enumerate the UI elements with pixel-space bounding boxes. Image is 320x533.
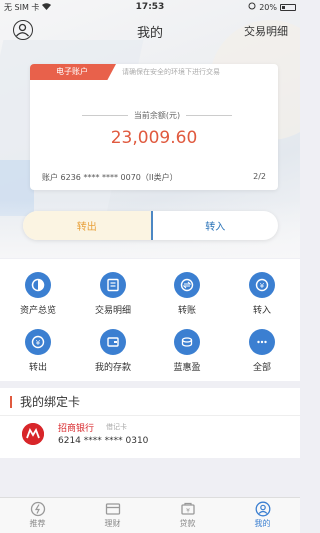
grid-label: 资产总览 — [19, 306, 56, 316]
balance-label-row: 当前余额(元) — [82, 110, 232, 121]
transfer-in-button[interactable]: 转入 — [150, 211, 279, 240]
bank-logo-icon — [22, 423, 44, 445]
bound-cards-section: 我的绑定卡 招商银行 借记卡 6214 **** **** 0310 — [0, 388, 300, 458]
card-page-indicator: 2/2 — [253, 172, 266, 181]
svg-text:¥: ¥ — [260, 282, 265, 290]
transaction-details-link[interactable]: 交易明细 — [244, 23, 288, 39]
transfer-toggle: 转出 转入 — [23, 211, 278, 240]
grid-label: 交易明细 — [94, 306, 131, 316]
tab-label: 推荐 — [29, 519, 46, 528]
tab-profile[interactable]: 我的 — [225, 498, 300, 533]
bank-card-row[interactable]: 招商银行 借记卡 6214 **** **** 0310 — [0, 421, 300, 451]
more-icon — [249, 329, 275, 355]
grid-item-transfer-in[interactable]: ¥ 转入 — [232, 272, 292, 316]
grid-item-transaction-details[interactable]: 交易明细 — [83, 272, 143, 316]
grid-item-all[interactable]: 全部 — [232, 329, 292, 373]
transfer-out-button[interactable]: 转出 — [23, 211, 151, 240]
transfer-in-icon: ¥ — [249, 272, 275, 298]
pie-icon — [25, 272, 51, 298]
tab-recommend[interactable]: 推荐 — [0, 498, 75, 533]
svg-text:¥: ¥ — [186, 508, 190, 515]
security-tip: 请确保在安全的环境下进行交易 — [122, 68, 220, 76]
bank-name: 招商银行 — [58, 424, 95, 434]
card-type: 借记卡 — [106, 423, 127, 431]
grid-label: 转入 — [252, 306, 271, 316]
tab-bar: 推荐 理财 ¥ 贷款 我的 — [0, 497, 300, 533]
balance-amount: 23,009.60 — [110, 128, 198, 148]
grid-label: 转账 — [177, 306, 196, 316]
coin-icon — [174, 329, 200, 355]
section-title: 我的绑定卡 — [20, 395, 81, 409]
finance-icon — [104, 501, 122, 517]
tab-label: 贷款 — [179, 519, 196, 528]
svg-text:¥: ¥ — [36, 339, 41, 347]
clock: 17:53 — [135, 2, 165, 12]
grid-item-transfer[interactable]: 转账 — [157, 272, 217, 316]
grid-label: 全部 — [252, 363, 271, 373]
grid-label: 转出 — [28, 363, 47, 373]
list-icon — [100, 272, 126, 298]
transfer-out-icon: ¥ — [25, 329, 51, 355]
transfer-icon — [174, 272, 200, 298]
card-number: 6214 **** **** 0310 — [58, 436, 149, 446]
grid-item-my-deposits[interactable]: 我的存款 — [83, 329, 143, 373]
account-card[interactable]: 电子账户 请确保在安全的环境下进行交易 当前余额(元) 23,009.60 账户… — [30, 64, 278, 190]
grid-item-transfer-out[interactable]: ¥ 转出 — [8, 329, 68, 373]
tab-label: 理财 — [104, 519, 121, 528]
recommend-icon — [29, 501, 47, 517]
tab-finance[interactable]: 理财 — [75, 498, 150, 533]
section-accent-bar — [10, 395, 12, 408]
account-type-tag: 电子账户 — [30, 64, 116, 80]
wallet-icon — [100, 329, 126, 355]
battery-icon — [280, 3, 296, 11]
balance-label: 当前余额(元) — [133, 111, 181, 120]
status-bar: 无 SIM 卡 17:53 20% — [0, 0, 300, 14]
grid-label: 我的存款 — [94, 363, 131, 373]
grid-item-asset-overview[interactable]: 资产总览 — [8, 272, 68, 316]
grid-label: 蓝惠盈 — [173, 363, 201, 373]
tab-loan[interactable]: ¥ 贷款 — [150, 498, 225, 533]
section-header: 我的绑定卡 — [0, 388, 300, 416]
function-grid: 资产总览 交易明细 转账 ¥ 转入 ¥ 转出 我的存款 蓝惠盈 全部 — [0, 259, 300, 381]
grid-item-lanhuiying[interactable]: 蓝惠盈 — [157, 329, 217, 373]
profile-icon — [254, 501, 272, 517]
account-number: 账户 6236 **** **** 0070（II类户） — [42, 173, 178, 182]
divider — [186, 115, 232, 116]
divider — [82, 115, 128, 116]
nav-bar: 我的 交易明细 — [0, 16, 300, 46]
loan-icon: ¥ — [179, 501, 197, 517]
tab-label: 我的 — [254, 519, 271, 528]
